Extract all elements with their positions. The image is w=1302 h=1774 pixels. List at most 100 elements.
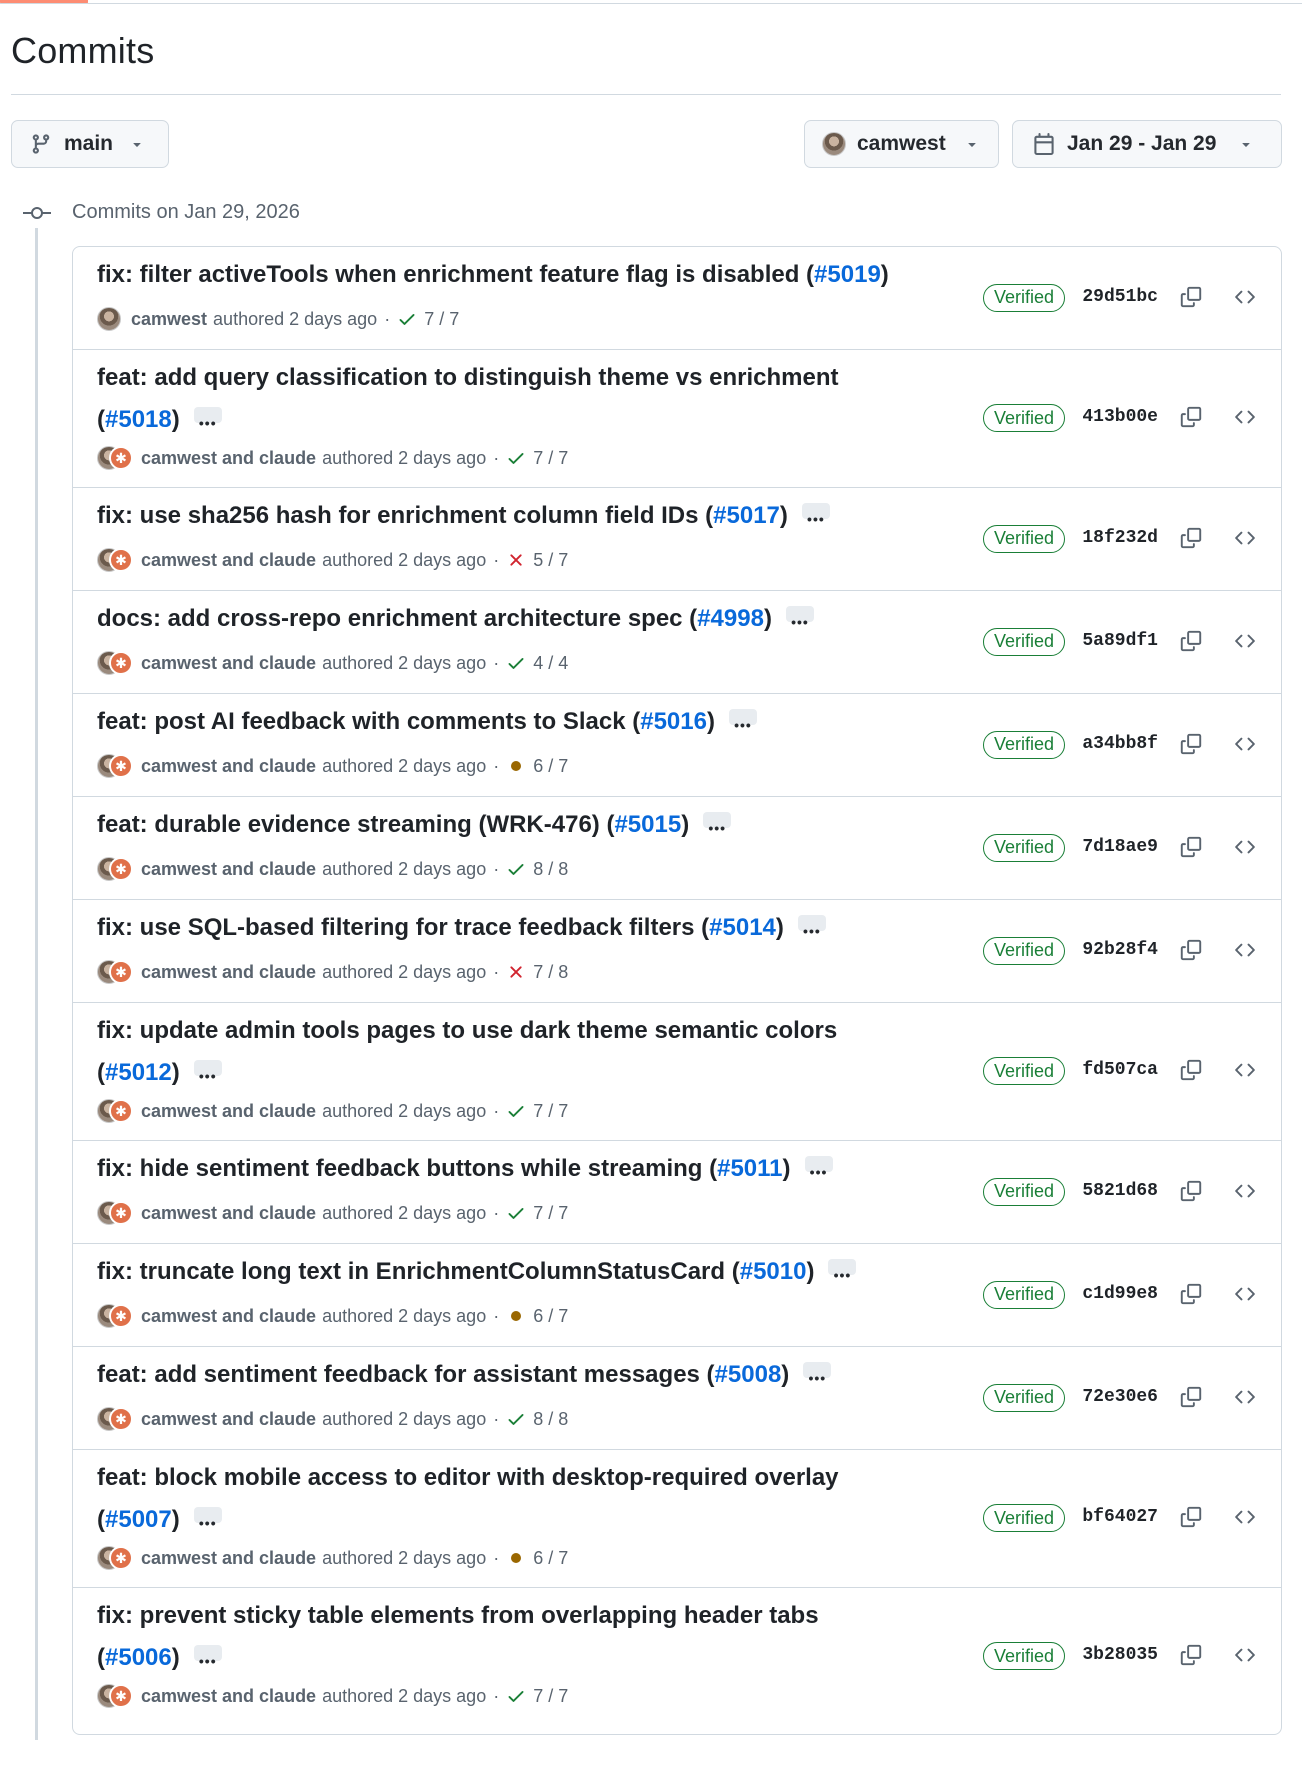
pull-request-link[interactable]: #5014 [709,914,776,941]
code-icon[interactable] [1231,1503,1259,1531]
commit-authors[interactable]: camwest and claude [141,1409,316,1430]
kebab-horizontal-icon[interactable] [193,1640,222,1682]
check-status[interactable]: 7 / 7 [397,309,459,330]
commit-title-text[interactable]: fix: truncate long text in EnrichmentCol… [97,1258,740,1285]
kebab-horizontal-icon[interactable] [785,601,814,643]
check-status[interactable]: 7 / 8 [506,962,568,983]
commit-sha-link[interactable]: 7d18ae9 [1082,837,1158,857]
commit-message-continued[interactable]: (#5012) [97,1052,222,1097]
commit-sha-link[interactable]: 5821d68 [1082,1181,1158,1201]
kebab-horizontal-icon[interactable] [803,1357,832,1399]
commit-sha-link[interactable]: 72e30e6 [1082,1387,1158,1407]
copy-icon[interactable] [1177,833,1205,861]
commit-message[interactable]: feat: add sentiment feedback for assista… [97,1354,832,1399]
commit-authors[interactable]: camwest and claude [141,1686,316,1707]
commit-sha-link[interactable]: 3b28035 [1082,1645,1158,1665]
commit-message-continued[interactable]: (#5007) [97,1499,222,1544]
verified-badge[interactable]: Verified [982,524,1065,553]
code-icon[interactable] [1231,1383,1259,1411]
pull-request-link[interactable]: #5016 [640,708,707,735]
copy-icon[interactable] [1177,1280,1205,1308]
coauthor-avatars[interactable]: ✱ [97,1546,133,1570]
check-status[interactable]: 8 / 8 [506,859,568,880]
commit-authors[interactable]: camwest and claude [141,1306,316,1327]
copy-icon[interactable] [1177,1177,1205,1205]
copy-icon[interactable] [1177,936,1205,964]
check-status[interactable]: 7 / 7 [506,448,568,469]
commit-sha-link[interactable]: fd507ca [1082,1060,1158,1080]
kebab-horizontal-icon[interactable] [828,1254,857,1296]
pull-request-link[interactable]: #5018 [105,406,172,433]
commit-title-text[interactable]: feat: block mobile access to editor with… [97,1464,839,1491]
code-icon[interactable] [1231,730,1259,758]
commit-title-text[interactable]: docs: add cross-repo enrichment architec… [97,605,697,632]
commit-sha-link[interactable]: bf64027 [1082,1507,1158,1527]
check-status[interactable]: 6 / 7 [506,1548,568,1569]
commit-message[interactable]: fix: filter activeTools when enrichment … [97,254,889,296]
commit-sha-link[interactable]: 18f232d [1082,528,1158,548]
commit-sha-link[interactable]: 29d51bc [1082,287,1158,307]
verified-badge[interactable]: Verified [982,404,1065,432]
commit-authors[interactable]: camwest and claude [141,653,316,674]
check-status[interactable]: 7 / 7 [506,1101,568,1122]
commit-message[interactable]: feat: post AI feedback with comments to … [97,701,757,746]
check-status[interactable]: 4 / 4 [506,653,568,674]
verified-badge[interactable]: Verified [982,1504,1065,1532]
pull-request-link[interactable]: #5011 [717,1155,782,1182]
code-icon[interactable] [1231,1280,1259,1308]
coauthor-avatars[interactable]: ✱ [97,651,133,675]
branch-select-button[interactable]: main [11,120,169,168]
kebab-horizontal-icon[interactable] [797,910,826,952]
kebab-horizontal-icon[interactable] [804,1151,833,1193]
check-status[interactable]: 8 / 8 [506,1409,568,1430]
verified-badge[interactable]: Verified [982,283,1065,312]
author-filter-button[interactable]: camwest [804,120,999,168]
commit-title-text[interactable]: ( [97,406,105,433]
commit-authors[interactable]: camwest and claude [141,962,316,983]
coauthor-avatars[interactable]: ✱ [97,754,133,778]
commit-message[interactable]: docs: add cross-repo enrichment architec… [97,598,814,643]
verified-badge[interactable]: Verified [982,1280,1065,1309]
code-icon[interactable] [1231,627,1259,655]
commit-message[interactable]: feat: block mobile access to editor with… [97,1457,839,1499]
commit-title-text[interactable]: feat: post AI feedback with comments to … [97,708,640,735]
commit-title-text[interactable]: fix: use SQL-based filtering for trace f… [97,914,709,941]
verified-badge[interactable]: Verified [982,730,1065,759]
pull-request-link[interactable]: #5010 [740,1258,807,1285]
kebab-horizontal-icon[interactable] [703,807,732,849]
verified-badge[interactable]: Verified [982,833,1065,862]
code-icon[interactable] [1231,403,1259,431]
pull-request-link[interactable]: #5019 [814,261,881,288]
coauthor-avatars[interactable]: ✱ [97,1304,133,1328]
commit-message[interactable]: fix: hide sentiment feedback buttons whi… [97,1148,833,1193]
code-icon[interactable] [1231,936,1259,964]
commit-sha-link[interactable]: 5a89df1 [1082,631,1158,651]
commit-message[interactable]: fix: use SQL-based filtering for trace f… [97,907,826,952]
copy-icon[interactable] [1177,1056,1205,1084]
copy-icon[interactable] [1177,1503,1205,1531]
coauthor-avatars[interactable]: ✱ [97,857,133,881]
kebab-horizontal-icon[interactable] [193,1502,222,1544]
copy-icon[interactable] [1177,524,1205,552]
check-status[interactable]: 5 / 7 [506,550,568,571]
commit-sha-link[interactable]: c1d99e8 [1082,1284,1158,1304]
kebab-horizontal-icon[interactable] [193,1055,222,1097]
check-status[interactable]: 7 / 7 [506,1203,568,1224]
copy-icon[interactable] [1177,403,1205,431]
copy-icon[interactable] [1177,627,1205,655]
commit-message-continued[interactable]: (#5006) [97,1637,222,1682]
commit-title-text[interactable]: fix: hide sentiment feedback buttons whi… [97,1155,717,1182]
verified-badge[interactable]: Verified [982,1642,1065,1670]
commit-message[interactable]: feat: durable evidence streaming (WRK-47… [97,804,732,849]
copy-icon[interactable] [1177,730,1205,758]
date-range-button[interactable]: Jan 29 - Jan 29 [1012,120,1282,168]
commit-sha-link[interactable]: 413b00e [1082,407,1158,427]
copy-icon[interactable] [1177,283,1205,311]
coauthor-avatars[interactable]: ✱ [97,1201,133,1225]
commit-authors[interactable]: camwest and claude [141,550,316,571]
code-icon[interactable] [1231,524,1259,552]
commit-message-continued[interactable]: (#5018) [97,399,222,444]
commit-title-text[interactable]: fix: use sha256 hash for enrichment colu… [97,502,713,529]
coauthor-avatars[interactable]: ✱ [97,1407,133,1431]
commit-title-text[interactable]: ( [97,1644,105,1671]
